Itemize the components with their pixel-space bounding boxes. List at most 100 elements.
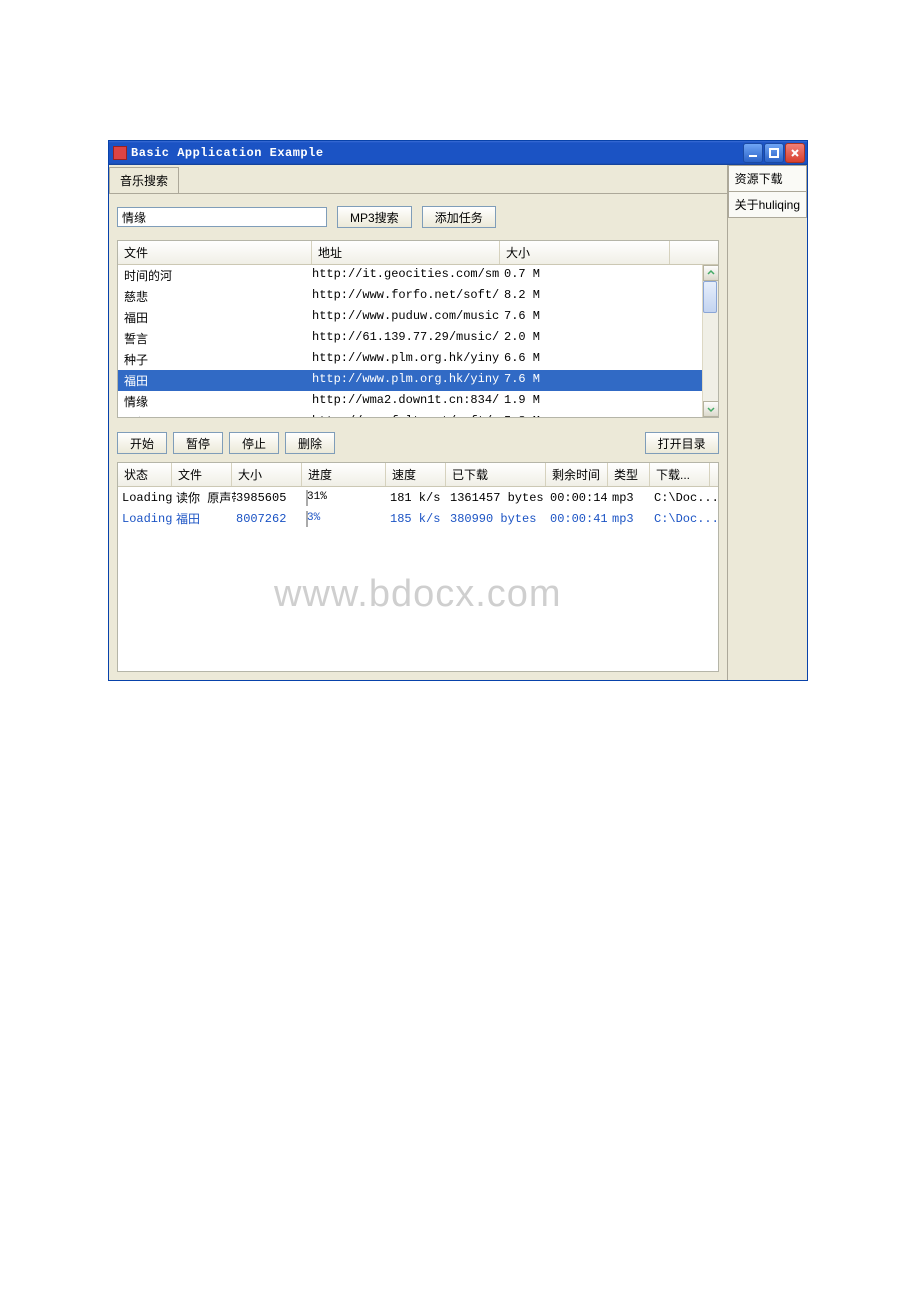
cell-remain: 00:00:14	[550, 491, 612, 505]
cell-addr: http://www.forfo.net/soft/soft/...	[312, 288, 500, 305]
col-file[interactable]: 文件	[118, 241, 312, 264]
delete-button[interactable]: 删除	[285, 432, 335, 454]
cell-type: mp3	[612, 491, 654, 505]
cell-size: 2.0 M	[500, 330, 560, 347]
titlebar[interactable]: Basic Application Example	[109, 141, 807, 165]
cell-file: 慈悲	[124, 288, 312, 305]
cell-speed: 185 k/s	[390, 512, 450, 526]
minimize-button[interactable]	[743, 143, 763, 163]
col-remain[interactable]: 剩余时间	[546, 463, 608, 486]
table-row[interactable]: 慈悲http://www.forfo.net/soft/soft/...8.2 …	[118, 286, 718, 307]
cell-path: C:\Doc...	[654, 491, 714, 505]
cell-size: 0.7 M	[500, 267, 560, 284]
cell-size: 1.9 M	[500, 393, 560, 410]
cell-size: 3985605	[236, 491, 306, 505]
cell-addr: http://www.plm.org.hk/yinyue/y-...	[312, 372, 500, 389]
col-path[interactable]: 下载...	[650, 463, 710, 486]
cell-file: 勇气	[124, 414, 312, 417]
minimize-icon	[748, 148, 758, 158]
cell-addr: http://www.plm.org.hk/yinyue/y-...	[312, 351, 500, 368]
left-tabstrip: 音乐搜索	[109, 165, 727, 194]
application-window: Basic Application Example 音乐搜索 MP3搜索 添加任…	[108, 140, 808, 681]
maximize-icon	[769, 148, 779, 158]
results-body[interactable]: 时间的河http://it.geocities.com/smilehu...0.…	[118, 265, 718, 417]
cell-status: Loading	[122, 512, 176, 526]
col-dfile[interactable]: 文件	[172, 463, 232, 486]
pause-button[interactable]: 暂停	[173, 432, 223, 454]
cell-file: 福田	[176, 510, 236, 527]
table-row[interactable]: 誓言http://61.139.77.29/music/fojia...2.0 …	[118, 328, 718, 349]
cell-addr: http://61.139.77.29/music/fojia...	[312, 330, 500, 347]
cell-size: 7.6 M	[500, 372, 560, 389]
downloads-table: 状态 文件 大小 进度 速度 已下载 剩余时间 类型 下载... Loading…	[117, 462, 719, 672]
close-icon	[790, 148, 800, 158]
chevron-up-icon	[707, 269, 715, 277]
scroll-thumb[interactable]	[703, 281, 717, 313]
results-scrollbar[interactable]	[702, 265, 718, 417]
download-row[interactable]: Loading福田80072623%185 k/s380990 bytes00:…	[118, 508, 718, 529]
cell-file: 福田	[124, 372, 312, 389]
downloads-body[interactable]: Loading读你 原声带398560531%181 k/s1361457 by…	[118, 487, 718, 529]
col-dsize[interactable]: 大小	[232, 463, 302, 486]
download-row[interactable]: Loading读你 原声带398560531%181 k/s1361457 by…	[118, 487, 718, 508]
cell-addr: http://wma2.down1t.cn:834/15z/0...	[312, 393, 500, 410]
cell-type: mp3	[612, 512, 654, 526]
cell-remain: 00:00:41	[550, 512, 612, 526]
start-button[interactable]: 开始	[117, 432, 167, 454]
maximize-button[interactable]	[764, 143, 784, 163]
cell-file: 誓言	[124, 330, 312, 347]
cell-file: 时间的河	[124, 267, 312, 284]
col-size[interactable]: 大小	[500, 241, 670, 264]
cell-file: 情缘	[124, 393, 312, 410]
cell-size: 8.2 M	[500, 288, 560, 305]
cell-done: 1361457 bytes	[450, 491, 550, 505]
col-done[interactable]: 已下载	[446, 463, 546, 486]
tab-about[interactable]: 关于huliqing	[728, 191, 807, 218]
col-type[interactable]: 类型	[608, 463, 650, 486]
table-row[interactable]: 情缘http://wma2.down1t.cn:834/15z/0...1.9 …	[118, 391, 718, 412]
chevron-down-icon	[707, 405, 715, 413]
cell-done: 380990 bytes	[450, 512, 550, 526]
cell-file: 种子	[124, 351, 312, 368]
table-row[interactable]: 种子http://www.plm.org.hk/yinyue/y-...6.6 …	[118, 349, 718, 370]
table-row[interactable]: 勇气http://www.fwlt.net/soft/soft/y...5.8 …	[118, 412, 718, 417]
cell-file: 福田	[124, 309, 312, 326]
cell-size: 5.8 M	[500, 414, 560, 417]
tab-resource-download[interactable]: 资源下载	[728, 165, 807, 192]
cell-file: 读你 原声带	[176, 489, 236, 506]
col-status[interactable]: 状态	[118, 463, 172, 486]
open-dir-button[interactable]: 打开目录	[645, 432, 719, 454]
cell-speed: 181 k/s	[390, 491, 450, 505]
col-speed[interactable]: 速度	[386, 463, 446, 486]
search-button[interactable]: MP3搜索	[337, 206, 412, 228]
cell-size: 6.6 M	[500, 351, 560, 368]
tab-music-search[interactable]: 音乐搜索	[109, 167, 179, 193]
results-header: 文件 地址 大小	[118, 241, 718, 265]
search-input[interactable]	[117, 207, 327, 227]
cell-addr: http://it.geocities.com/smilehu...	[312, 267, 500, 284]
add-task-button[interactable]: 添加任务	[422, 206, 496, 228]
body-area: 音乐搜索 MP3搜索 添加任务 文件 地址 大小 时间的河http://it.g…	[109, 165, 807, 680]
window-title: Basic Application Example	[131, 146, 743, 160]
cell-addr: http://www.puduw.com/music/hst_...	[312, 309, 500, 326]
scroll-down-button[interactable]	[703, 401, 718, 417]
table-row[interactable]: 福田http://www.puduw.com/music/hst_...7.6 …	[118, 307, 718, 328]
right-tabstrip: 资源下载 关于huliqing	[728, 165, 807, 680]
window-controls	[743, 143, 805, 163]
cell-size: 7.6 M	[500, 309, 560, 326]
cell-addr: http://www.fwlt.net/soft/soft/y...	[312, 414, 500, 417]
stop-button[interactable]: 停止	[229, 432, 279, 454]
results-table: 文件 地址 大小 时间的河http://it.geocities.com/smi…	[117, 240, 719, 418]
table-row[interactable]: 福田http://www.plm.org.hk/yinyue/y-...7.6 …	[118, 370, 718, 391]
col-addr[interactable]: 地址	[312, 241, 500, 264]
action-row: 开始 暂停 停止 删除 打开目录	[109, 428, 727, 462]
app-icon	[113, 146, 127, 160]
close-button[interactable]	[785, 143, 805, 163]
downloads-header: 状态 文件 大小 进度 速度 已下载 剩余时间 类型 下载...	[118, 463, 718, 487]
cell-size: 8007262	[236, 512, 306, 526]
col-progress[interactable]: 进度	[302, 463, 386, 486]
table-row[interactable]: 时间的河http://it.geocities.com/smilehu...0.…	[118, 265, 718, 286]
scroll-up-button[interactable]	[703, 265, 718, 281]
cell-progress: 3%	[306, 512, 390, 526]
cell-status: Loading	[122, 491, 176, 505]
